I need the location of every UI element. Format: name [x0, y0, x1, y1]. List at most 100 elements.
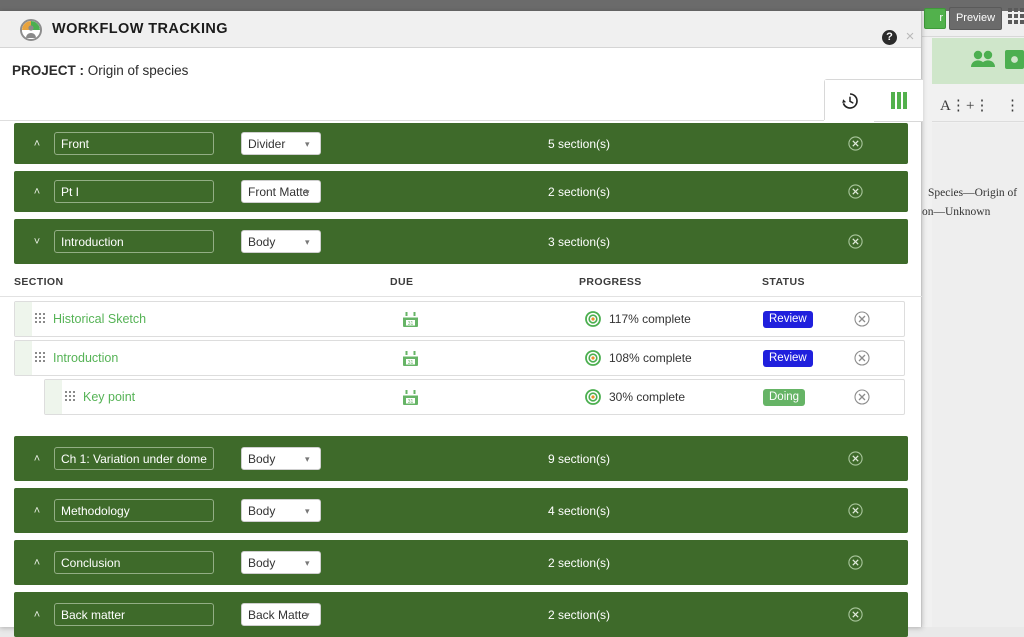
collapse-chevron-icon[interactable]: ˄ — [28, 540, 46, 585]
help-icon[interactable]: ? — [882, 30, 897, 45]
section-name[interactable]: Historical Sketch — [53, 302, 146, 336]
due-date-picker[interactable]: 31 — [390, 302, 430, 336]
insert-tool[interactable]: +⋮ — [966, 96, 989, 115]
collapse-chevron-icon[interactable]: ˄ — [28, 123, 46, 164]
table-row[interactable]: Key point 31 30% complete Doing — [44, 379, 905, 415]
svg-text:31: 31 — [407, 320, 413, 326]
status-badge[interactable]: Review — [763, 350, 813, 367]
share-button[interactable]: r — [924, 8, 946, 29]
group-type-select[interactable]: Divider — [241, 132, 321, 155]
text-style-tool[interactable]: A⋮ — [940, 96, 966, 115]
progress-label: 108% complete — [609, 351, 692, 365]
background-doc-text-line-1: Species—Origin of — [928, 187, 1017, 199]
group-name-input[interactable] — [54, 603, 214, 626]
collapse-chevron-icon[interactable]: ˄ — [28, 436, 46, 481]
group-section-count: 3 section(s) — [454, 219, 704, 264]
due-date-picker[interactable]: 31 — [390, 380, 430, 414]
modal-header: WORKFLOW TRACKING ? × — [0, 11, 921, 48]
row-gutter — [15, 302, 32, 336]
calendar-icon: 31 — [402, 311, 419, 328]
group-section-count: 9 section(s) — [454, 436, 704, 481]
group-type-select[interactable]: Front Matte — [241, 180, 321, 203]
progress-cell: 108% complete — [585, 341, 692, 375]
drag-handle-icon[interactable] — [35, 313, 46, 326]
apps-grid-icon[interactable] — [1008, 8, 1024, 25]
progress-cell: 30% complete — [585, 380, 685, 414]
delete-group-icon[interactable] — [840, 540, 870, 585]
group-row[interactable]: ˄ Back Matte ▾ 2 section(s) — [14, 592, 908, 637]
table-row[interactable]: Historical Sketch 31 117% complete Revie… — [14, 301, 905, 337]
status-cell[interactable]: Review — [763, 302, 813, 336]
group-section-count: 2 section(s) — [454, 540, 704, 585]
status-badge[interactable]: Doing — [763, 389, 805, 406]
svg-text:31: 31 — [407, 359, 413, 365]
tab-history[interactable] — [825, 80, 874, 122]
delete-group-icon[interactable] — [840, 436, 870, 481]
target-icon — [585, 350, 601, 366]
group-name-input[interactable] — [54, 499, 214, 522]
status-cell[interactable]: Doing — [763, 380, 805, 414]
status-badge[interactable]: Review — [763, 311, 813, 328]
gear-icon[interactable] — [1005, 50, 1024, 74]
group-type-select[interactable]: Body — [241, 447, 321, 470]
group-row[interactable]: ˄ Body ▾ 2 section(s) — [14, 540, 908, 585]
group-row[interactable]: ˄ Divider ▾ 5 section(s) — [14, 123, 908, 164]
section-name[interactable]: Introduction — [53, 341, 118, 375]
group-row[interactable]: ˅ Body ▾ 3 section(s) — [14, 219, 908, 264]
group-type-select[interactable]: Body — [241, 499, 321, 522]
more-options-icon[interactable]: ⋮ — [1005, 96, 1020, 115]
expand-chevron-icon[interactable]: ˅ — [28, 219, 46, 264]
collapse-chevron-icon[interactable]: ˄ — [28, 488, 46, 533]
group-name-input[interactable] — [54, 132, 214, 155]
status-cell[interactable]: Review — [763, 341, 813, 375]
delete-group-icon[interactable] — [840, 592, 870, 637]
delete-group-icon[interactable] — [840, 123, 870, 164]
project-label: PROJECT : — [12, 63, 84, 78]
group-type-select[interactable]: Body — [241, 230, 321, 253]
table-header-row: SECTION DUE PROGRESS STATUS — [0, 271, 922, 297]
drag-handle-icon[interactable] — [35, 352, 46, 365]
collapse-chevron-icon[interactable]: ˄ — [28, 171, 46, 212]
column-header-progress: PROGRESS — [579, 276, 642, 288]
group-type-select[interactable]: Body — [241, 551, 321, 574]
delete-section-icon[interactable] — [847, 341, 877, 375]
delete-section-icon[interactable] — [847, 302, 877, 336]
progress-cell: 117% complete — [585, 302, 691, 336]
group-row[interactable]: ˄ Body ▾ 9 section(s) — [14, 436, 908, 481]
target-icon — [585, 311, 601, 327]
delete-group-icon[interactable] — [840, 171, 870, 212]
preview-button[interactable]: Preview — [949, 7, 1002, 30]
due-date-picker[interactable]: 31 — [390, 341, 430, 375]
table-row[interactable]: Introduction 31 108% complete Review — [14, 340, 905, 376]
column-header-due: DUE — [390, 276, 413, 288]
delete-group-icon[interactable] — [840, 219, 870, 264]
group-type-select[interactable]: Back Matte — [241, 603, 321, 626]
section-name[interactable]: Key point — [83, 380, 135, 414]
delete-group-icon[interactable] — [840, 488, 870, 533]
close-icon[interactable]: × — [902, 29, 918, 45]
app-logo-icon — [20, 19, 42, 41]
workflow-list: ˄ Divider ▾ 5 section(s) ˄ Front Matte ▾… — [0, 123, 922, 627]
target-icon — [585, 389, 601, 405]
breadcrumb: PROJECT : Origin of species — [12, 63, 188, 78]
row-gutter — [15, 341, 32, 375]
column-header-status: STATUS — [762, 276, 805, 288]
column-header-section: SECTION — [14, 276, 63, 288]
group-name-input[interactable] — [54, 447, 214, 470]
svg-text:31: 31 — [407, 398, 413, 404]
page-title: WORKFLOW TRACKING — [52, 21, 228, 37]
delete-section-icon[interactable] — [847, 380, 877, 414]
collapse-chevron-icon[interactable]: ˄ — [28, 592, 46, 637]
group-name-input[interactable] — [54, 230, 214, 253]
group-row[interactable]: ˄ Front Matte ▾ 2 section(s) — [14, 171, 908, 212]
calendar-icon: 31 — [402, 389, 419, 406]
people-icon[interactable] — [970, 50, 996, 73]
group-row[interactable]: ˄ Body ▾ 4 section(s) — [14, 488, 908, 533]
view-tabs — [824, 79, 922, 121]
group-name-input[interactable] — [54, 551, 214, 574]
tab-board[interactable] — [874, 80, 923, 122]
window-titlebar — [0, 0, 1024, 11]
group-section-count: 5 section(s) — [454, 123, 704, 164]
drag-handle-icon[interactable] — [65, 391, 76, 404]
group-name-input[interactable] — [54, 180, 214, 203]
